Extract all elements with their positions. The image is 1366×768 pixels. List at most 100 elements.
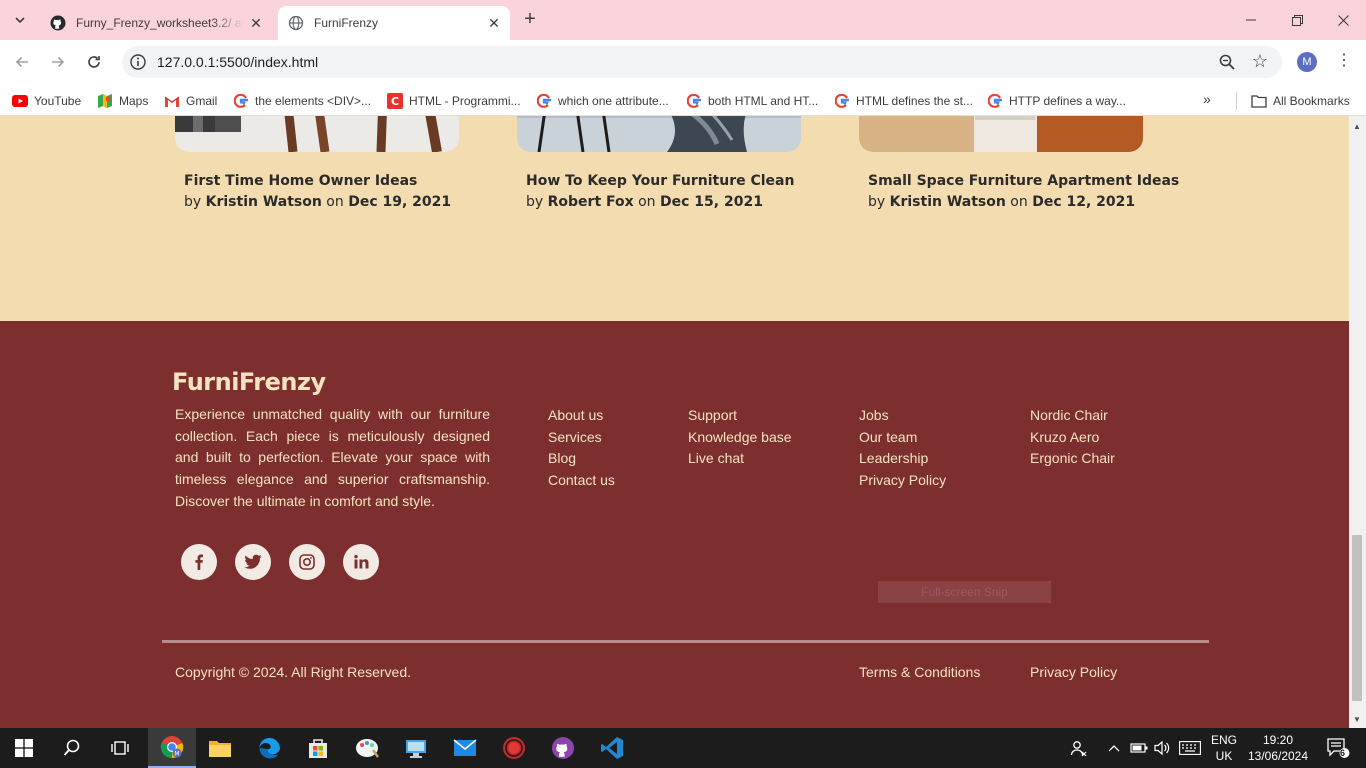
bookmark-star-icon[interactable]: ☆ [1252,51,1268,71]
footer-link-live-chat[interactable]: Live chat [688,448,792,470]
post-date: Dec 19, 2021 [348,194,452,210]
record-icon[interactable] [490,728,538,768]
bookmark-google-1[interactable]: the elements <DIV>... [233,92,371,110]
notification-center-button[interactable]: 6 [1318,728,1358,768]
close-tab-icon[interactable]: ✕ [486,15,502,31]
footer-link-about-us[interactable]: About us [548,405,615,427]
google-icon [686,93,702,109]
footer-link-knowledge-base[interactable]: Knowledge base [688,427,792,449]
bookmark-google-2[interactable]: which one attribute... [536,92,669,110]
bookmark-google-3[interactable]: both HTML and HT... [686,92,818,110]
edge-icon[interactable] [246,728,294,768]
post-image-1[interactable] [175,116,459,152]
bookmarks-overflow-icon[interactable]: » [1203,91,1211,107]
kebab-menu-icon[interactable]: ⋮ [1334,51,1354,73]
scroll-up-icon[interactable]: ▲ [1353,122,1361,131]
footer-link-support[interactable]: Support [688,405,792,427]
footer-link-jobs[interactable]: Jobs [859,405,946,427]
tab-github[interactable]: Furny_Frenzy_worksheet3.2/ at main ✕ [40,6,272,40]
paint-icon[interactable] [343,728,391,768]
windows-start-icon[interactable] [0,728,48,768]
bookmark-google-5[interactable]: HTTP defines a way... [987,92,1126,110]
terms-link[interactable]: Terms & Conditions [859,664,980,680]
bookmark-label: the elements <DIV>... [255,94,372,108]
input-language[interactable]: ENG UK [1206,732,1242,764]
back-button[interactable] [10,50,34,74]
facebook-button[interactable] [181,544,217,580]
reload-button[interactable] [82,50,106,74]
svg-text:C: C [391,95,399,108]
footer-links-col-3: Jobs Our team Leadership Privacy Policy [859,405,946,492]
site-info-icon[interactable] [129,53,147,71]
browser-toolbar: 127.0.0.1:5500/index.html ☆ M ⋮ [0,40,1366,84]
footer-link-blog[interactable]: Blog [548,448,615,470]
footer-link-nordic-chair[interactable]: Nordic Chair [1030,405,1115,427]
address-bar[interactable]: 127.0.0.1:5500/index.html ☆ [122,46,1282,78]
restore-icon [1291,14,1303,26]
footer-link-privacy-policy[interactable]: Privacy Policy [859,470,946,492]
all-bookmarks-button[interactable]: All Bookmarks [1251,92,1350,110]
task-view-icon[interactable] [96,728,144,768]
privacy-policy-link[interactable]: Privacy Policy [1030,664,1117,680]
battery-icon[interactable] [1128,728,1150,768]
tab-furnifrenzy[interactable]: FurniFrenzy ✕ [278,6,510,40]
site-footer: FurniFrenzy Experience unmatched quality… [0,321,1349,728]
close-window-button[interactable] [1320,0,1366,40]
remote-desktop-icon[interactable] [392,728,440,768]
bookmark-maps[interactable]: Maps [97,92,148,110]
footer-link-leadership[interactable]: Leadership [859,448,946,470]
mail-icon[interactable] [441,728,489,768]
footer-brand[interactable]: FurniFrenzy [172,368,326,396]
scroll-down-icon[interactable]: ▼ [1353,715,1361,724]
file-explorer-icon[interactable] [196,728,244,768]
post-title-1[interactable]: First Time Home Owner Ideas [184,173,417,189]
bookmarks-bar: YouTube Maps Gmail the elements <DIV>...… [0,84,1366,116]
notification-icon [1327,738,1350,758]
footer-link-our-team[interactable]: Our team [859,427,946,449]
zoom-icon[interactable] [1218,53,1236,71]
scrollbar-thumb[interactable] [1352,535,1362,701]
gmail-icon [164,93,180,109]
by-label: by [526,194,544,210]
bookmark-chegg[interactable]: C HTML - Programmi... [387,92,521,110]
region-code: UK [1215,749,1233,763]
linkedin-button[interactable] [343,544,379,580]
by-label: by [184,194,202,210]
footer-link-kruzo-aero[interactable]: Kruzo Aero [1030,427,1115,449]
system-clock[interactable]: 19:20 13/06/2024 [1244,732,1312,764]
keyboard-icon[interactable] [1177,728,1203,768]
store-icon[interactable] [294,728,342,768]
minimize-button[interactable] [1228,0,1274,40]
facebook-icon [195,554,203,570]
footer-link-ergonic-chair[interactable]: Ergonic Chair [1030,448,1115,470]
bookmark-youtube[interactable]: YouTube [12,92,81,110]
post-title-3[interactable]: Small Space Furniture Apartment Ideas [868,173,1179,189]
post-image-3[interactable] [859,116,1143,152]
new-tab-button[interactable]: + [518,8,542,32]
bookmark-google-4[interactable]: HTML defines the st... [834,92,973,110]
bookmark-label: which one attribute... [558,94,669,108]
page-scrollbar[interactable]: ▲ ▼ [1349,116,1366,728]
bookmark-gmail[interactable]: Gmail [164,92,217,110]
instagram-button[interactable] [289,544,325,580]
search-icon[interactable] [48,728,96,768]
volume-icon[interactable] [1152,728,1172,768]
twitter-button[interactable] [235,544,271,580]
footer-links-col-4: Nordic Chair Kruzo Aero Ergonic Chair [1030,405,1115,470]
footer-link-services[interactable]: Services [548,427,615,449]
people-icon[interactable] [1066,728,1092,768]
post-image-2[interactable] [517,116,801,152]
post-title-2[interactable]: How To Keep Your Furniture Clean [526,173,794,189]
restore-button[interactable] [1274,0,1320,40]
chevron-up-icon[interactable] [1104,728,1124,768]
github-desktop-icon[interactable] [539,728,587,768]
profile-avatar[interactable]: M [1297,52,1317,72]
footer-link-contact-us[interactable]: Contact us [548,470,615,492]
vscode-icon[interactable] [588,728,636,768]
bookmark-label: YouTube [34,94,82,108]
github-icon [50,15,66,31]
tab-search-button[interactable] [8,8,32,32]
forward-button[interactable] [46,50,70,74]
chrome-icon[interactable]: M [148,728,196,768]
close-tab-icon[interactable]: ✕ [248,15,264,31]
